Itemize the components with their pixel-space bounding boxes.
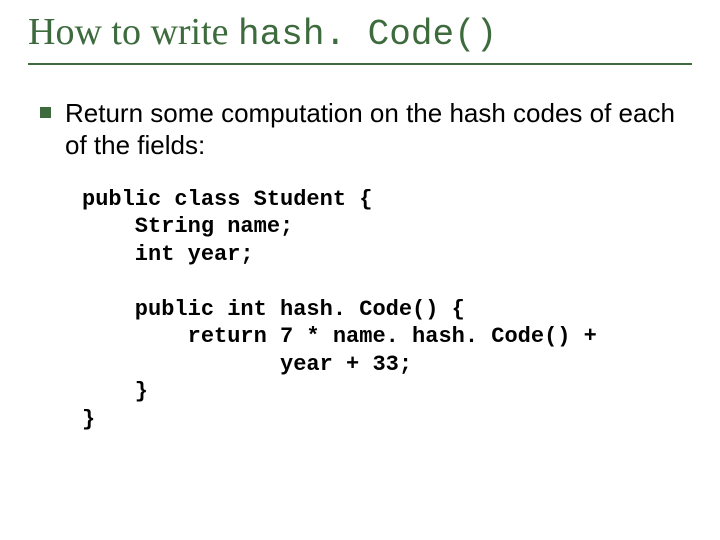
code-line: year + 33; [82, 352, 412, 377]
bullet-item: Return some computation on the hash code… [40, 97, 692, 162]
slide: How to write hash. Code() Return some co… [0, 0, 720, 540]
bullet-icon [40, 107, 51, 118]
slide-content: Return some computation on the hash code… [28, 97, 692, 434]
bullet-text: Return some computation on the hash code… [65, 97, 692, 162]
code-line: return 7 * name. hash. Code() + [82, 324, 597, 349]
title-prefix: How to write [28, 11, 238, 53]
title-area: How to write hash. Code() [28, 12, 692, 65]
code-line: public class Student { [82, 187, 372, 212]
code-line: } [82, 407, 95, 432]
title-code: hash. Code() [238, 14, 497, 55]
code-block: public class Student { String name; int … [82, 186, 692, 434]
code-line: public int hash. Code() { [82, 297, 465, 322]
slide-title: How to write hash. Code() [28, 12, 692, 55]
code-line: int year; [82, 242, 254, 267]
code-line: String name; [82, 214, 293, 239]
code-line: } [82, 379, 148, 404]
